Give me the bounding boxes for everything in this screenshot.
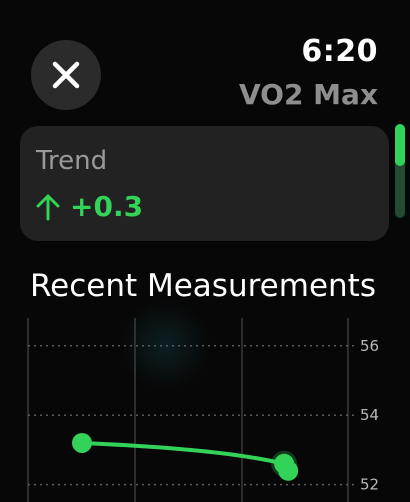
chart-grid (27, 318, 356, 502)
series-line (80, 440, 287, 466)
data-point[interactable] (278, 460, 299, 481)
chart-y-axis: 56 54 52 (360, 337, 379, 494)
data-point[interactable] (72, 432, 92, 453)
y-tick-label: 56 (360, 337, 379, 355)
y-tick-label: 54 (360, 406, 379, 424)
measurements-chart: 56 54 52 (27, 318, 379, 502)
y-tick-label: 52 (360, 476, 379, 494)
chart-series (72, 432, 299, 481)
